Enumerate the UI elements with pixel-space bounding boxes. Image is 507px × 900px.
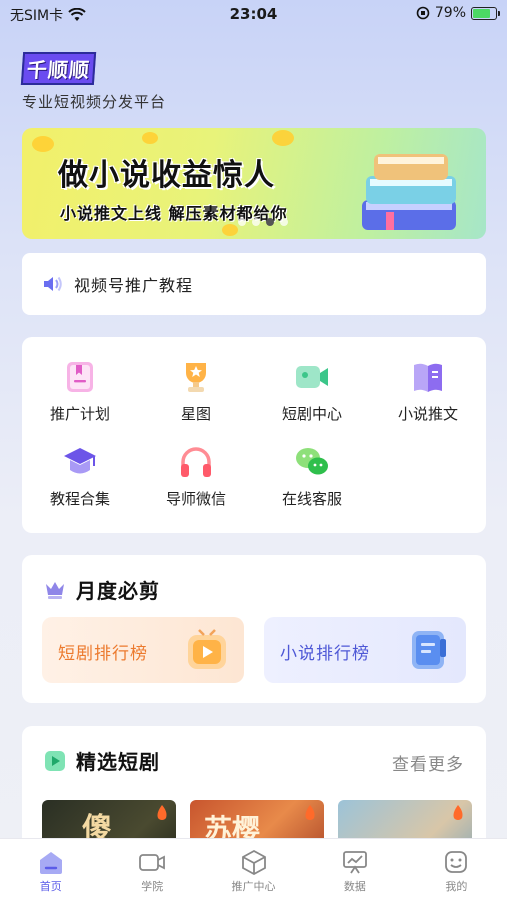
feature-menu: 推广计划 星图 短剧中心 小说推文 教程合集 导师微信 在线客服: [22, 337, 486, 533]
books-illustration: [362, 154, 456, 230]
coin-decoration: [142, 132, 158, 144]
book-icon: [414, 363, 442, 392]
coin-decoration: [272, 130, 294, 146]
menu-item-star-map[interactable]: 星图: [138, 359, 254, 424]
tagline: 专业短视频分发平台: [22, 93, 167, 111]
section-title: 精选短剧: [76, 750, 160, 774]
tab-academy[interactable]: 学院: [101, 839, 202, 900]
see-more-link[interactable]: 查看更多: [392, 750, 464, 775]
video-icon: [139, 854, 166, 871]
cube-icon: [241, 849, 266, 875]
carousel-dot[interactable]: [266, 218, 274, 226]
drama-rank-button[interactable]: 短剧排行榜: [42, 617, 244, 683]
menu-label: 导师微信: [165, 490, 226, 508]
battery-icon: [471, 6, 500, 20]
graduation-cap-icon: [64, 448, 96, 474]
novel-rank-label: 小说排行榜: [280, 644, 370, 664]
menu-item-mentor-wechat[interactable]: 导师微信: [138, 444, 254, 509]
bottom-tab-bar: 首页 学院 推广中心 数据 我的: [0, 838, 507, 900]
battery-percent: 79%: [434, 5, 466, 21]
play-square-icon: [45, 750, 65, 771]
status-bar: 无SIM卡 23:04 79%: [0, 0, 507, 28]
tab-label: 推广中心: [231, 880, 276, 893]
menu-item-novel-post[interactable]: 小说推文: [370, 359, 486, 424]
menu-item-drama-center[interactable]: 短剧中心: [254, 359, 370, 424]
tab-label: 首页: [39, 880, 62, 893]
menu-label: 教程合集: [49, 490, 110, 508]
headphones-icon: [181, 447, 211, 477]
carousel-dot[interactable]: [238, 218, 246, 226]
fire-icon: [453, 805, 463, 820]
tab-profile[interactable]: 我的: [406, 839, 507, 900]
menu-label: 推广计划: [49, 405, 110, 423]
menu-label: 在线客服: [281, 490, 342, 508]
fire-icon: [305, 805, 315, 820]
carousel-indicator[interactable]: [238, 218, 288, 226]
bookmark-doc-icon: [67, 362, 93, 392]
menu-item-online-service[interactable]: 在线客服: [254, 444, 370, 509]
novel-rank-button[interactable]: 小说排行榜: [264, 617, 466, 683]
home-icon: [39, 852, 62, 874]
drama-rank-label: 短剧排行榜: [58, 644, 148, 664]
menu-label: 短剧中心: [281, 405, 342, 423]
app-logo: 千顺顺: [20, 52, 97, 85]
menu-item-promotion-plan[interactable]: 推广计划: [22, 359, 138, 424]
tab-home[interactable]: 首页: [0, 839, 101, 900]
brand-header: 千顺顺 专业短视频分发平台: [20, 52, 167, 112]
tab-data[interactable]: 数据: [304, 839, 405, 900]
video-camera-icon: [296, 366, 328, 388]
promo-banner[interactable]: 做小说收益惊人 小说推文上线 解压素材都给你: [22, 128, 486, 239]
tab-label: 学院: [141, 880, 164, 893]
wechat-icon: [296, 448, 328, 475]
trophy-icon: [186, 363, 206, 392]
tab-label: 数据: [343, 880, 366, 893]
fire-icon: [157, 805, 167, 820]
section-title: 月度必剪: [76, 579, 160, 603]
tab-promotion-center[interactable]: 推广中心: [203, 839, 304, 900]
chart-board-icon: [343, 851, 367, 874]
carousel-dot[interactable]: [252, 218, 260, 226]
speaker-icon: [44, 276, 62, 292]
menu-label: 星图: [180, 405, 211, 423]
banner-title: 做小说收益惊人: [58, 158, 275, 193]
notice-text: 视频号推广教程: [74, 276, 194, 295]
coin-decoration: [32, 136, 54, 152]
tv-play-icon: [188, 629, 226, 669]
smile-face-icon: [445, 851, 468, 873]
tab-label: 我的: [445, 880, 468, 893]
carousel-dot[interactable]: [280, 218, 288, 226]
crown-icon: [46, 581, 64, 599]
battery-level: [473, 8, 491, 18]
menu-item-tutorials[interactable]: 教程合集: [22, 444, 138, 509]
monthly-picks-card: 月度必剪 短剧排行榜 小说排行榜: [22, 555, 486, 703]
coin-decoration: [222, 224, 238, 236]
menu-label: 小说推文: [397, 405, 458, 423]
tutorial-notice[interactable]: 视频号推广教程: [22, 253, 486, 315]
notebook-icon: [412, 631, 446, 669]
orientation-lock-icon: [416, 6, 430, 20]
